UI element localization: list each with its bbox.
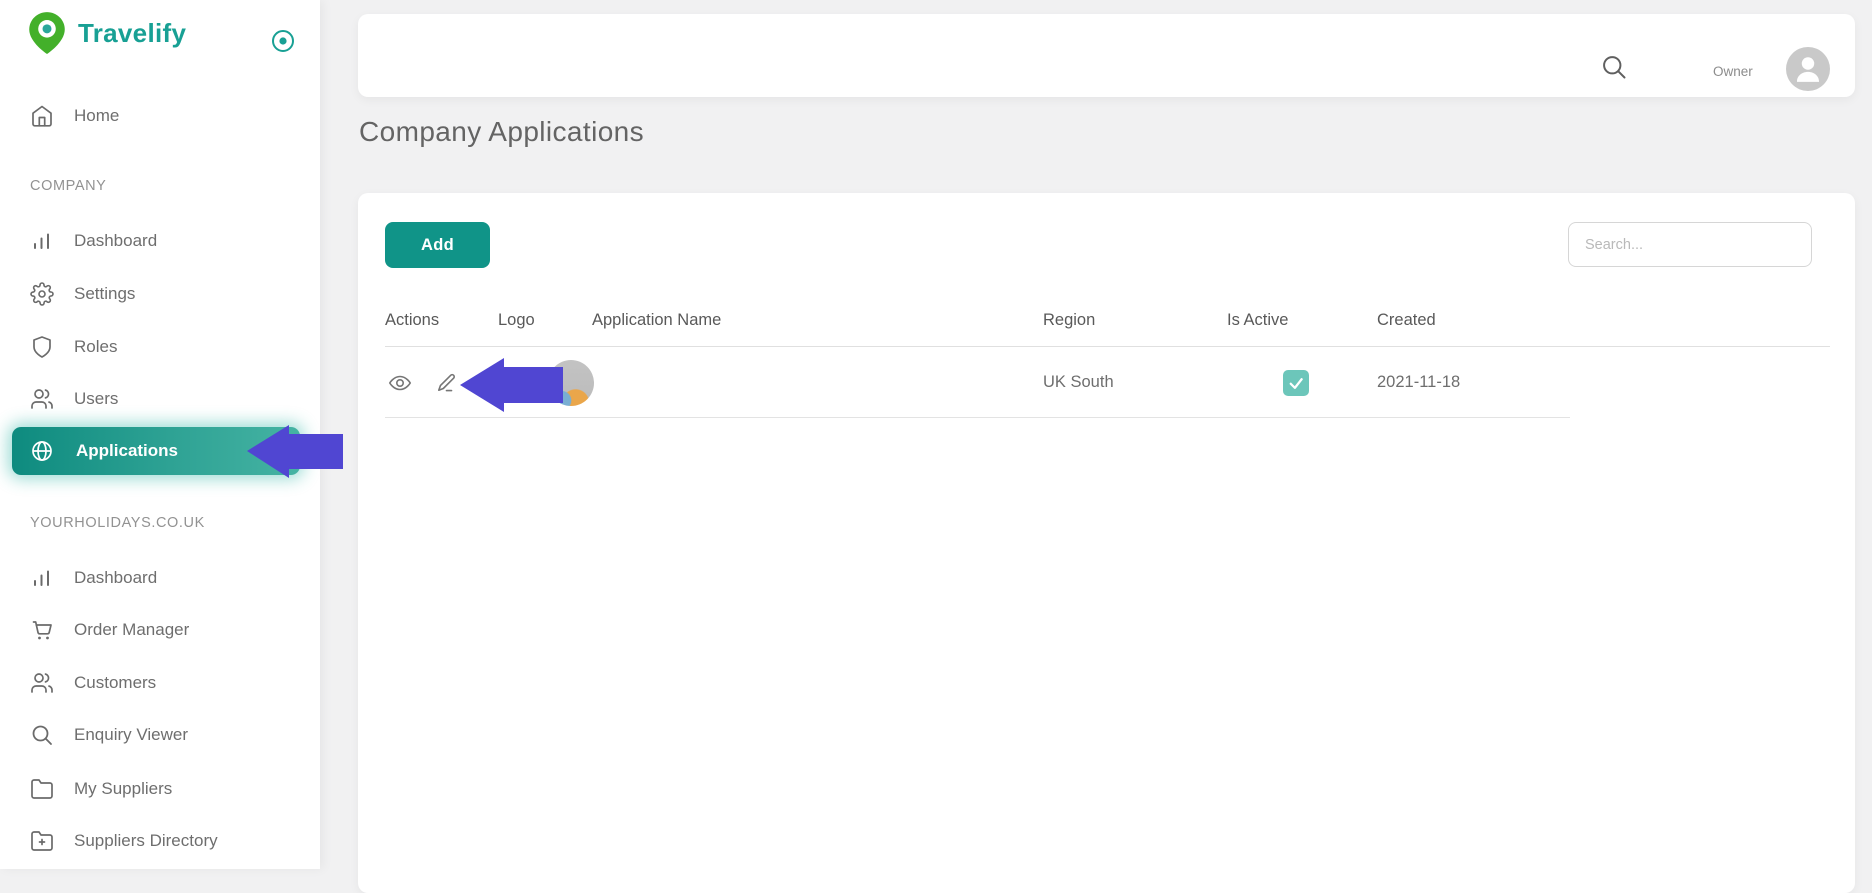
folder-plus-icon [30, 829, 54, 853]
sidebar-item-users[interactable]: Users [0, 377, 320, 421]
applications-card: Add Actions Logo Application Name Region… [358, 193, 1855, 893]
search-icon [30, 723, 54, 747]
users-icon [30, 387, 54, 411]
sidebar-item-roles[interactable]: Roles [0, 325, 320, 369]
sidebar-item-dashboard-2[interactable]: Dashboard [0, 556, 320, 600]
home-icon [30, 104, 54, 128]
application-logo-image [548, 359, 594, 406]
sidebar-item-applications[interactable]: Applications [12, 427, 300, 475]
column-header-actions: Actions [385, 311, 440, 329]
globe-icon [30, 439, 54, 463]
sidebar: Travelify Home COMPANY Dashboard Setting… [0, 0, 320, 869]
sidebar-item-label: Dashboard [74, 231, 158, 250]
sidebar-section-company: COMPANY [30, 178, 107, 194]
created-cell: 2021-11-18 [1377, 373, 1461, 391]
sidebar-item-label: Roles [74, 337, 118, 356]
view-eye-icon[interactable] [388, 371, 412, 395]
user-role-label: Owner [1713, 64, 1753, 79]
column-header-created: Created [1377, 311, 1436, 329]
sidebar-item-order-manager[interactable]: Order Manager [0, 608, 320, 652]
is-active-checkbox[interactable] [1283, 369, 1309, 396]
sidebar-item-dashboard[interactable]: Dashboard [0, 219, 320, 263]
page-title: Company Applications [359, 116, 645, 147]
avatar[interactable] [1786, 47, 1830, 91]
sidebar-item-label: Applications [76, 441, 179, 460]
sidebar-item-settings[interactable]: Settings [0, 272, 320, 316]
sidebar-item-label: Users [74, 389, 119, 408]
folder-icon [30, 777, 54, 801]
cart-icon [30, 618, 54, 642]
sidebar-collapse-icon[interactable] [270, 28, 296, 54]
sidebar-item-label: My Suppliers [74, 779, 173, 798]
column-header-region: Region [1043, 311, 1096, 329]
bar-chart-icon [30, 566, 54, 590]
sidebar-header: Travelify [0, 0, 320, 70]
topbar: Owner [358, 14, 1855, 97]
applications-table: Actions Logo Application Name Region Is … [385, 295, 1830, 418]
column-header-is-active: Is Active [1227, 311, 1289, 329]
sidebar-section-yourholidays: YOURHOLIDAYS.CO.UK [30, 515, 205, 531]
sidebar-item-label: Enquiry Viewer [74, 725, 189, 744]
table-row: UK South 2021-11-18 [385, 347, 1830, 418]
bar-chart-icon [30, 229, 54, 253]
table-header-row: Actions Logo Application Name Region Is … [385, 295, 1830, 347]
sidebar-item-enquiry-viewer[interactable]: Enquiry Viewer [0, 713, 320, 757]
sidebar-item-label: Settings [74, 284, 136, 303]
add-button[interactable]: Add [385, 222, 490, 268]
sidebar-item-customers[interactable]: Customers [0, 661, 320, 705]
brand-name: Travelify [78, 18, 187, 48]
sidebar-item-suppliers-directory[interactable]: Suppliers Directory [0, 819, 320, 863]
actions-cell [385, 371, 498, 395]
sidebar-item-label: Order Manager [74, 620, 190, 639]
sidebar-item-home[interactable]: Home [0, 94, 320, 138]
gear-icon [30, 282, 54, 306]
sidebar-item-my-suppliers[interactable]: My Suppliers [0, 767, 320, 811]
region-cell: UK South [1043, 373, 1114, 391]
sidebar-item-label: Home [74, 106, 120, 125]
edit-pencil-icon[interactable] [434, 371, 458, 395]
shield-icon [30, 335, 54, 359]
sidebar-item-label: Customers [74, 673, 157, 692]
column-header-application-name: Application Name [592, 311, 722, 329]
travelify-logo-icon [24, 10, 70, 56]
table-search-input[interactable] [1568, 222, 1812, 267]
users-icon [30, 671, 54, 695]
column-header-logo: Logo [498, 311, 535, 329]
sidebar-item-label: Suppliers Directory [74, 831, 218, 850]
is-active-cell [1227, 369, 1377, 396]
logo-cell [498, 359, 594, 406]
sidebar-item-label: Dashboard [74, 568, 158, 587]
search-icon[interactable] [1600, 53, 1628, 81]
